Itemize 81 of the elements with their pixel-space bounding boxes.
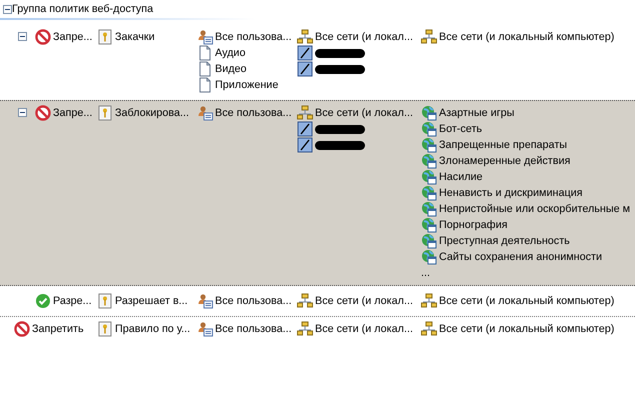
action-label: Запретить bbox=[32, 322, 84, 337]
pencil-square-icon bbox=[297, 61, 313, 77]
redaction-mark bbox=[315, 140, 365, 150]
url-category-label: Азартные игры bbox=[439, 106, 514, 121]
network-icon bbox=[297, 29, 313, 45]
network-label: Все сети (и локал... bbox=[315, 30, 413, 45]
pencil-square-icon bbox=[297, 137, 313, 153]
user-set-label: Все пользова... bbox=[215, 294, 292, 309]
globe-icon bbox=[421, 233, 437, 249]
user-set-label: Все пользова... bbox=[215, 30, 292, 45]
url-category-label: Непристойные или оскорбительные м bbox=[439, 202, 630, 217]
redaction-mark bbox=[315, 124, 365, 134]
document-icon bbox=[197, 45, 213, 61]
content-type-label: Аудио bbox=[215, 46, 246, 61]
url-category-label: Сайты сохранения анонимности bbox=[439, 250, 602, 265]
collapse-toggle[interactable] bbox=[3, 4, 12, 14]
globe-icon bbox=[421, 249, 437, 265]
key-card-icon bbox=[97, 293, 113, 309]
network-label: Все сети (и локальный компьютер) bbox=[439, 322, 614, 337]
network-icon bbox=[297, 105, 313, 121]
key-card-icon bbox=[97, 105, 113, 121]
rule-row[interactable]: Разре... Разрешает в... Все пользова... Все сети (и локал... Все сети (и локальный компьютер) bbox=[0, 288, 635, 314]
network-label: Все сети (и локал... bbox=[315, 294, 413, 309]
network-label: Все сети (и локал... bbox=[315, 106, 413, 121]
network-label: Все сети (и локал... bbox=[315, 322, 413, 337]
url-category-label: Преступная деятельность bbox=[439, 234, 570, 249]
rule-name: Заблокирова... bbox=[115, 106, 190, 121]
action-label: Разре... bbox=[53, 294, 92, 309]
collapse-toggle[interactable] bbox=[18, 108, 27, 117]
pencil-square-icon bbox=[297, 45, 313, 61]
globe-icon bbox=[421, 201, 437, 217]
users-icon bbox=[197, 105, 213, 121]
globe-icon bbox=[421, 137, 437, 153]
rule-row[interactable] bbox=[0, 100, 635, 286]
url-category-label: Запрещенные препараты bbox=[439, 138, 568, 153]
collapse-toggle[interactable] bbox=[18, 32, 27, 41]
network-icon bbox=[421, 29, 437, 45]
globe-icon bbox=[421, 105, 437, 121]
content-type-label: Видео bbox=[215, 62, 247, 77]
globe-icon bbox=[421, 153, 437, 169]
users-icon bbox=[197, 321, 213, 337]
pencil-square-icon bbox=[297, 121, 313, 137]
group-title: Группа политик веб-доступа bbox=[12, 2, 154, 17]
action-label: Запре... bbox=[53, 106, 92, 121]
redaction-mark bbox=[315, 64, 365, 74]
url-category-label: Насилие bbox=[439, 170, 483, 185]
globe-icon bbox=[421, 217, 437, 233]
network-label: Все сети (и локальный компьютер) bbox=[439, 294, 614, 309]
document-icon bbox=[197, 77, 213, 93]
url-category-label: Ненависть и дискриминация bbox=[439, 186, 583, 201]
more-items-label: ... bbox=[421, 266, 430, 281]
rule-row[interactable]: Запретить Правило по у... Все пользова... Все сети (и локал... Все сети (и локальный компьютер) bbox=[0, 316, 635, 342]
url-category-label: Порнография bbox=[439, 218, 508, 233]
check-circle-icon bbox=[35, 293, 51, 309]
action-label: Запре... bbox=[53, 30, 92, 45]
globe-icon bbox=[421, 185, 437, 201]
content-type-label: Приложение bbox=[215, 78, 278, 93]
key-card-icon bbox=[97, 321, 113, 337]
document-icon bbox=[197, 61, 213, 77]
network-icon bbox=[297, 293, 313, 309]
key-card-icon bbox=[97, 29, 113, 45]
users-icon bbox=[197, 29, 213, 45]
network-label: Все сети (и локальный компьютер) bbox=[439, 30, 614, 45]
user-set-label: Все пользова... bbox=[215, 106, 292, 121]
rule-name: Разрешает в... bbox=[115, 294, 188, 309]
network-icon bbox=[421, 321, 437, 337]
url-category-label: Злонамеренные действия bbox=[439, 154, 570, 169]
no-entry-icon bbox=[35, 105, 51, 121]
rule-name: Закачки bbox=[115, 30, 155, 45]
network-icon bbox=[297, 321, 313, 337]
globe-icon bbox=[421, 121, 437, 137]
redaction-mark bbox=[315, 48, 365, 58]
url-category-label: Бот-сеть bbox=[439, 122, 482, 137]
globe-icon bbox=[421, 169, 437, 185]
no-entry-icon bbox=[35, 29, 51, 45]
rule-name: Правило по у... bbox=[115, 322, 190, 337]
network-icon bbox=[421, 293, 437, 309]
no-entry-icon bbox=[14, 321, 30, 337]
users-icon bbox=[197, 293, 213, 309]
user-set-label: Все пользова... bbox=[215, 322, 292, 337]
rule-row[interactable]: Запре... Закачки Все пользова... Аудио Видео Приложение Все сети (и локал... Все сети (и локальный компьютер) bbox=[0, 24, 635, 98]
